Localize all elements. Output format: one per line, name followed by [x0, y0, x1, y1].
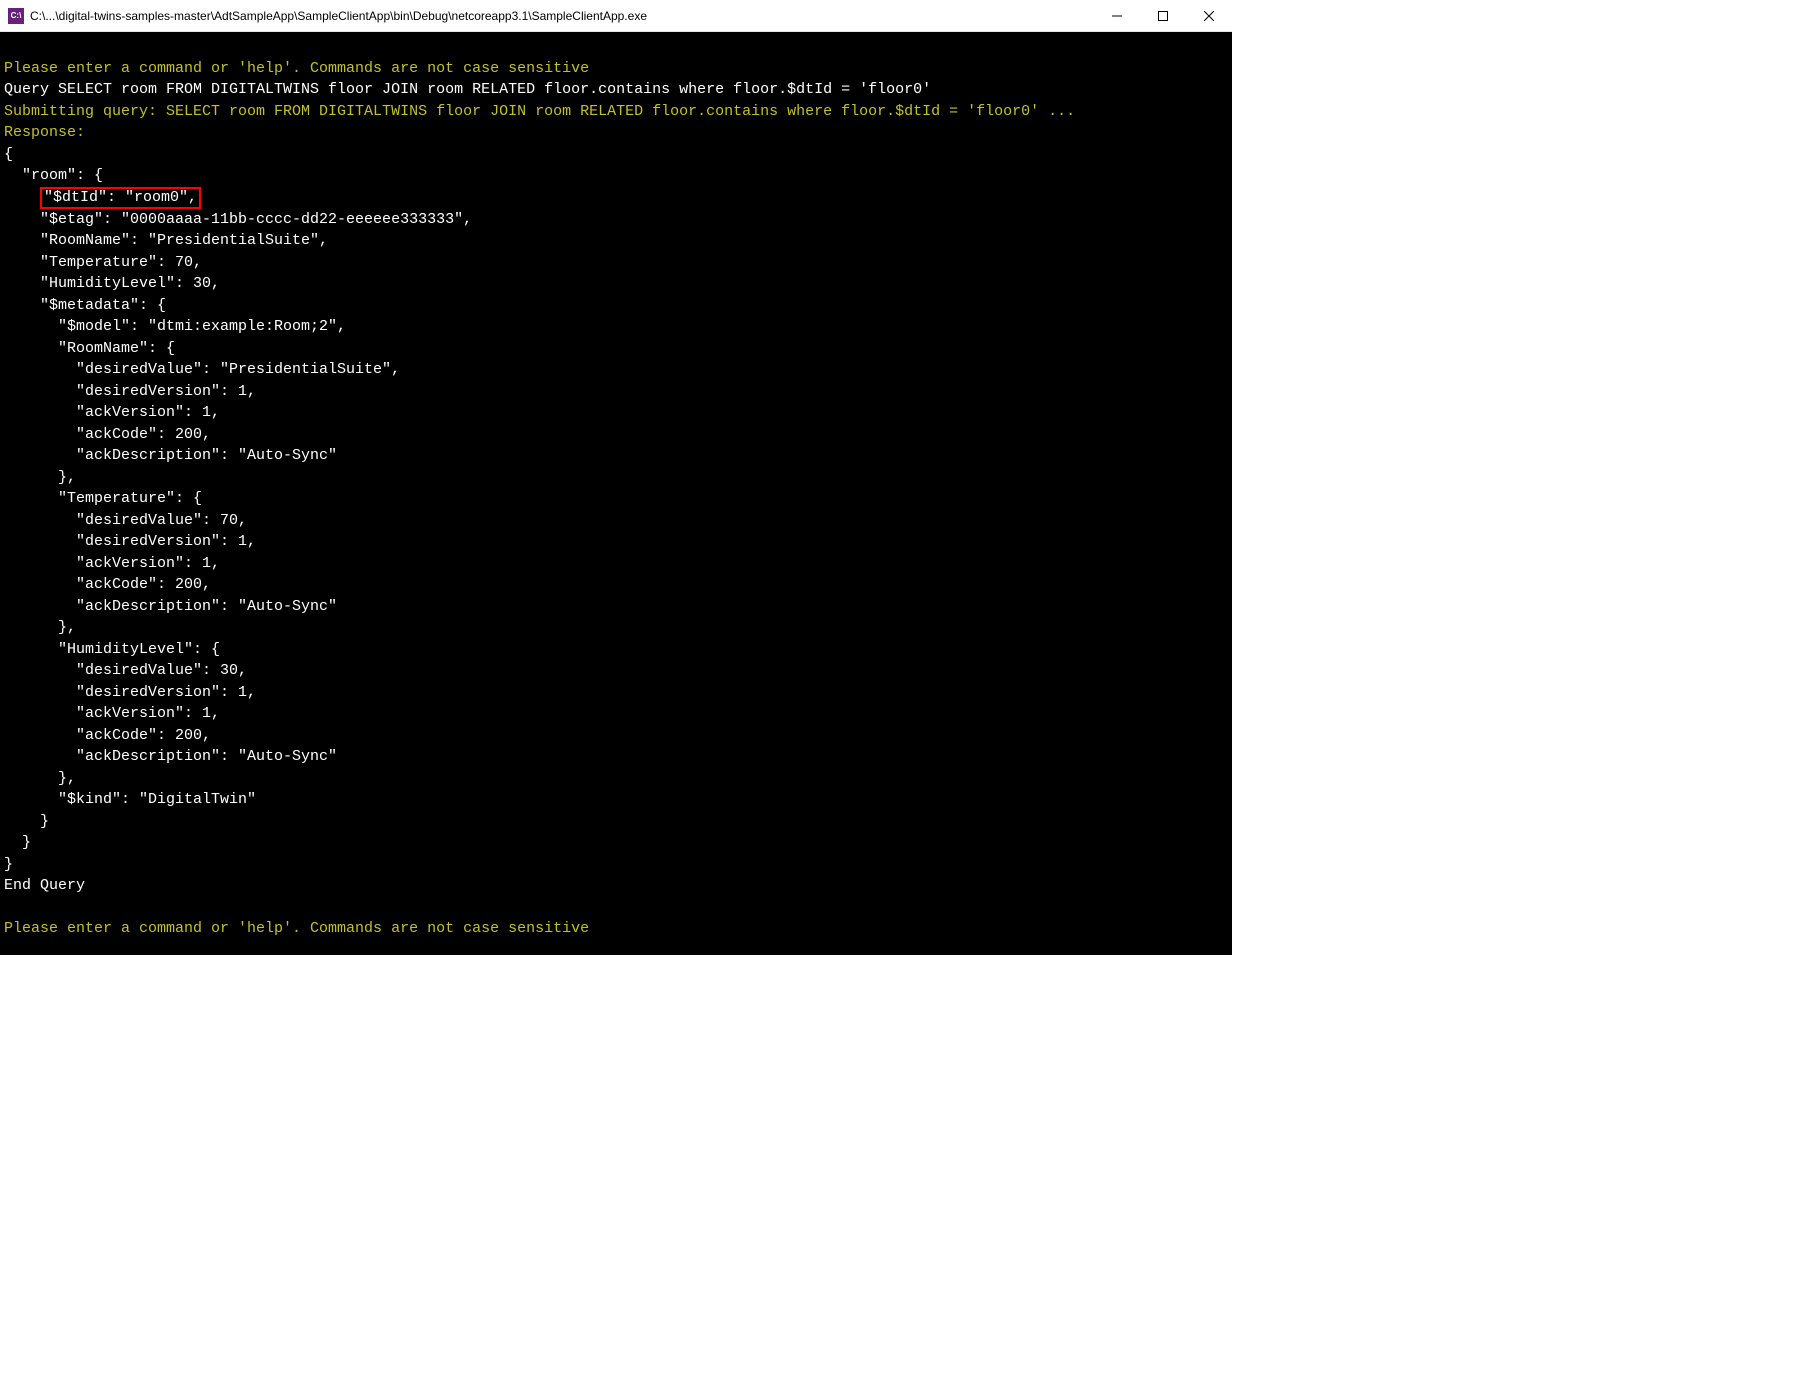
room-open: "room": { [4, 167, 103, 184]
json-body: "$etag": "0000aaaa-11bb-cccc-dd22-eeeeee… [4, 211, 472, 873]
minimize-button[interactable] [1094, 0, 1140, 31]
maximize-button[interactable] [1140, 0, 1186, 31]
app-icon: C:\ [8, 8, 24, 24]
highlighted-dtid: "$dtId": "room0", [40, 187, 201, 209]
json-open-brace: { [4, 146, 13, 163]
console-prompt-2: Please enter a command or 'help'. Comman… [4, 920, 589, 937]
close-button[interactable] [1186, 0, 1232, 31]
title-bar: C:\ C:\...\digital-twins-samples-master\… [0, 0, 1232, 32]
window-title: C:\...\digital-twins-samples-master\AdtS… [30, 9, 1094, 23]
submitting-line: Submitting query: SELECT room FROM DIGIT… [4, 103, 1075, 120]
app-icon-label: C:\ [11, 11, 22, 20]
console-prompt: Please enter a command or 'help'. Comman… [4, 60, 589, 77]
response-label: Response: [4, 124, 85, 141]
window-controls [1094, 0, 1232, 31]
console-output[interactable]: Please enter a command or 'help'. Comman… [0, 32, 1232, 955]
dtid-line-prefix [4, 189, 40, 206]
query-line: Query SELECT room FROM DIGITALTWINS floo… [4, 81, 931, 98]
end-query: End Query [4, 877, 85, 894]
